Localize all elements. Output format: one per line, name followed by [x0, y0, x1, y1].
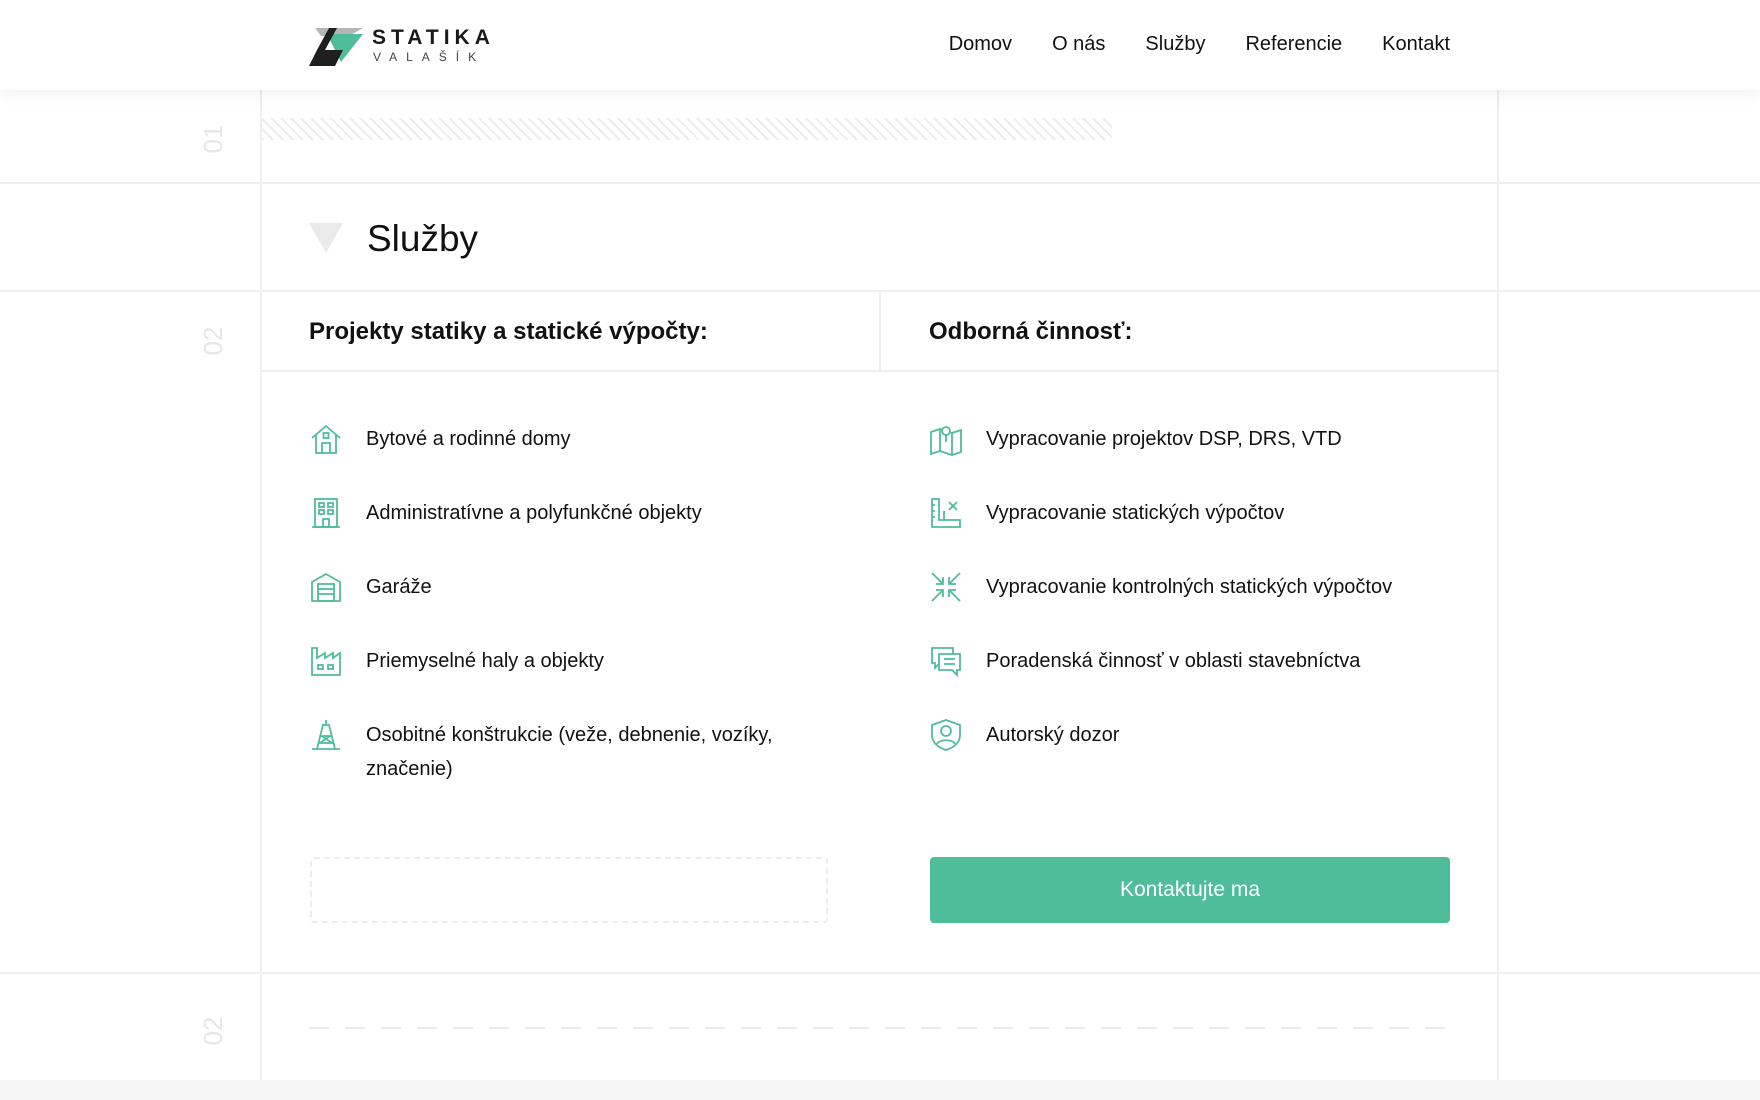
- placeholder-box: [310, 857, 828, 923]
- site-header: STATIKA VALAŠÍK Domov O nás Služby Refer…: [0, 0, 1760, 90]
- nav-item-kontakt[interactable]: Kontakt: [1382, 33, 1450, 56]
- list-item: Administratívne a polyfunkčné objekty: [309, 496, 806, 530]
- list-item-label: Vypracovanie kontrolných statických výpo…: [986, 576, 1393, 598]
- contact-button[interactable]: Kontaktujte ma: [930, 857, 1450, 923]
- hatch-decoration: [262, 118, 1112, 140]
- grid-line-row-2: [0, 290, 1760, 292]
- list-item-label: Bytové a rodinné domy: [366, 428, 571, 450]
- office-building-icon: [312, 498, 340, 528]
- logo-subtext: VALAŠÍK: [373, 50, 486, 64]
- list-item-label: Administratívne a polyfunkčné objekty: [366, 502, 702, 524]
- nav-item-domov[interactable]: Domov: [949, 33, 1012, 56]
- list-item-label: Garáže: [366, 576, 432, 598]
- list-item: Vypracovanie projektov DSP, DRS, VTD: [929, 422, 1426, 456]
- list-item-label: Osobitné konštrukcie (veže, debnenie, vo…: [366, 724, 773, 780]
- grid-line-left: [260, 90, 262, 1080]
- grid-line-heading-bottom: [260, 370, 1499, 372]
- grid-line-row-3: [0, 972, 1760, 974]
- list-item: Vypracovanie statických výpočtov: [929, 496, 1426, 530]
- list-item: Osobitné konštrukcie (veže, debnenie, vo…: [309, 718, 806, 786]
- chat-bubbles-icon: [931, 647, 961, 678]
- tower-icon: [312, 720, 340, 750]
- logo-text: STATIKA: [372, 26, 495, 49]
- dashed-divider: [309, 1027, 1451, 1029]
- list-item-label: Vypracovanie statických výpočtov: [986, 502, 1285, 524]
- grid-line-right: [1497, 90, 1499, 1080]
- footer-strip: [0, 1080, 1760, 1100]
- list-item-label: Poradenská činnosť v oblasti stavebníctv…: [986, 650, 1361, 672]
- grid-line-row-1: [0, 182, 1760, 184]
- compress-arrows-icon: [931, 572, 961, 602]
- list-item-label: Vypracovanie projektov DSP, DRS, VTD: [986, 428, 1342, 450]
- side-number: 02: [198, 1016, 228, 1046]
- list-item: Garáže: [309, 570, 806, 604]
- map-pin-icon: [930, 426, 962, 456]
- triangle-icon: [309, 223, 343, 253]
- main-nav: Domov O nás Služby Referencie Kontakt: [949, 33, 1450, 56]
- user-shield-icon: [931, 719, 961, 751]
- column-heading-activities: Odborná činnosť:: [929, 318, 1133, 345]
- logo-mark-icon: [309, 28, 363, 66]
- factory-icon: [311, 647, 341, 676]
- blueprint-icon: [931, 498, 961, 528]
- site-logo[interactable]: STATIKA VALAŠÍK: [309, 24, 509, 66]
- garage-icon: [311, 572, 341, 602]
- grid-line-column-divider: [879, 292, 881, 372]
- list-item: Autorský dozor: [929, 718, 1426, 752]
- list-item: Bytové a rodinné domy: [309, 422, 806, 456]
- nav-item-o-nas[interactable]: O nás: [1052, 33, 1105, 56]
- section-title: Služby: [367, 218, 479, 259]
- nav-item-referencie[interactable]: Referencie: [1245, 33, 1342, 56]
- list-item: Vypracovanie kontrolných statických výpo…: [929, 570, 1426, 604]
- side-number: 01: [198, 124, 228, 154]
- list-item-label: Priemyselné haly a objekty: [366, 650, 604, 672]
- house-icon: [311, 424, 341, 454]
- column-heading-projects: Projekty statiky a statické výpočty:: [309, 318, 708, 345]
- list-item: Poradenská činnosť v oblasti stavebníctv…: [929, 644, 1426, 678]
- list-item-label: Autorský dozor: [986, 724, 1120, 746]
- list-item: Priemyselné haly a objekty: [309, 644, 806, 678]
- side-number: 02: [198, 326, 228, 356]
- nav-item-sluzby[interactable]: Služby: [1145, 33, 1205, 56]
